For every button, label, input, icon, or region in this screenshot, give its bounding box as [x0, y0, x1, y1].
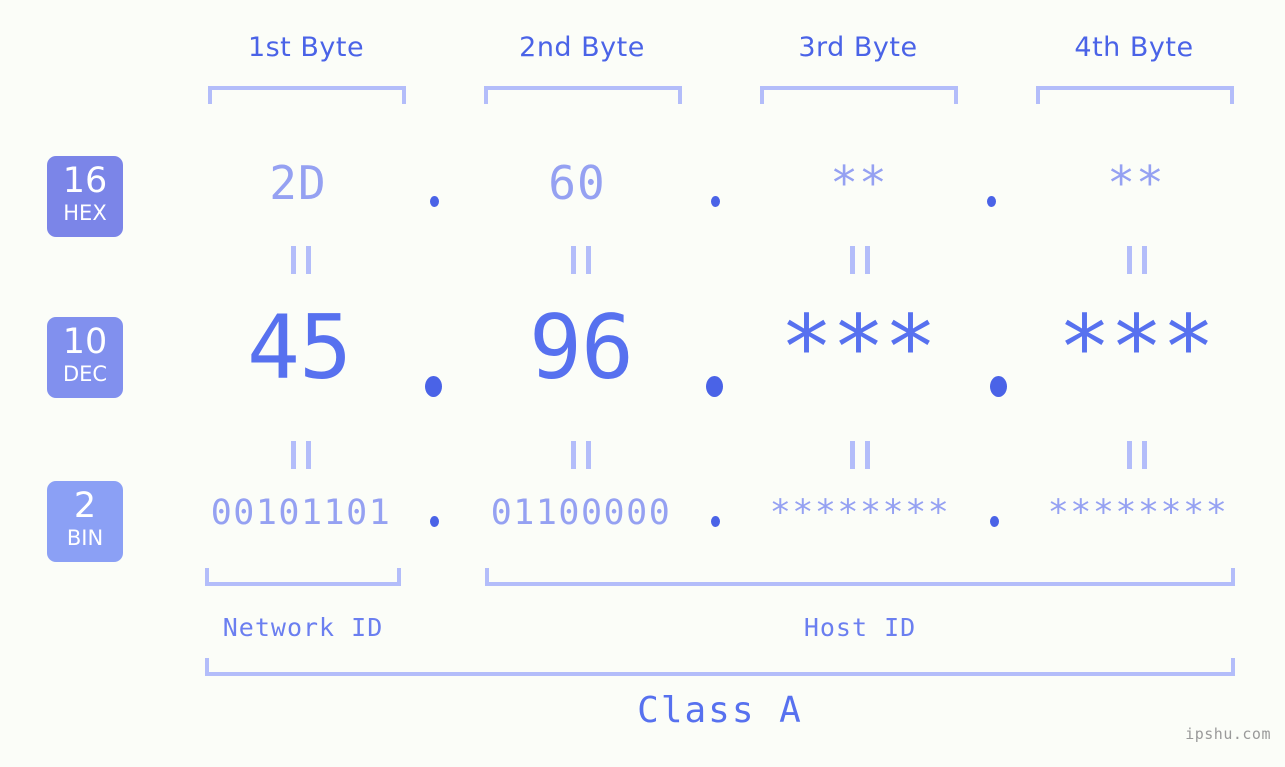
byte-bracket-4: [1036, 86, 1234, 104]
byte-header-3: 3rd Byte: [798, 32, 918, 63]
equals-icon-dec-bin-4: [1127, 441, 1147, 469]
hex-separator-dot-1: [430, 196, 439, 207]
bin-separator-dot-3: [990, 516, 999, 527]
equals-icon-dec-bin-2: [571, 441, 591, 469]
equals-icon-dec-bin-3: [850, 441, 870, 469]
dec-byte-1: 45: [247, 296, 352, 399]
dec-byte-2: 96: [529, 296, 634, 399]
equals-icon-hex-dec-3: [850, 246, 870, 274]
hex-byte-2: 60: [548, 156, 606, 210]
dec-separator-dot-1: [425, 376, 442, 397]
dec-byte-4: ***: [1058, 296, 1215, 399]
host-id-bracket: [485, 568, 1235, 586]
bin-byte-1: 00101101: [210, 493, 392, 533]
class-bracket: [205, 658, 1235, 676]
bin-byte-3: ********: [769, 493, 951, 533]
byte-bracket-3: [760, 86, 958, 104]
base-badge-hex-name: HEX: [63, 201, 107, 225]
bin-separator-dot-1: [430, 516, 439, 527]
ip-byte-breakdown-diagram: 1st Byte 2nd Byte 3rd Byte 4th Byte 16 H…: [0, 0, 1285, 767]
bin-byte-2: 01100000: [490, 493, 672, 533]
dec-byte-3: ***: [780, 296, 937, 399]
bin-separator-dot-2: [711, 516, 720, 527]
byte-bracket-1: [208, 86, 406, 104]
base-badge-bin-name: BIN: [66, 526, 104, 550]
hex-separator-dot-3: [987, 196, 996, 207]
byte-header-2: 2nd Byte: [519, 32, 645, 63]
hex-byte-4: **: [1107, 156, 1165, 210]
bin-byte-4: ********: [1047, 493, 1229, 533]
byte-bracket-2: [484, 86, 682, 104]
equals-icon-hex-dec-4: [1127, 246, 1147, 274]
base-badge-hex-number: 16: [62, 161, 108, 201]
base-badge-hex: 16 HEX: [47, 156, 123, 237]
host-id-label: Host ID: [803, 613, 917, 642]
hex-separator-dot-2: [711, 196, 720, 207]
dec-separator-dot-3: [990, 376, 1007, 397]
site-watermark: ipshu.com: [1185, 725, 1271, 743]
base-badge-bin-number: 2: [73, 486, 97, 526]
class-label: Class A: [637, 690, 803, 731]
network-id-label: Network ID: [222, 613, 384, 642]
base-badge-bin: 2 BIN: [47, 481, 123, 562]
equals-icon-hex-dec-2: [571, 246, 591, 274]
network-id-bracket: [205, 568, 401, 586]
base-badge-dec-name: DEC: [62, 362, 108, 386]
equals-icon-hex-dec-1: [291, 246, 311, 274]
hex-byte-1: 2D: [269, 156, 327, 210]
dec-separator-dot-2: [706, 376, 723, 397]
base-badge-dec: 10 DEC: [47, 317, 123, 398]
base-badge-dec-number: 10: [62, 322, 108, 362]
equals-icon-dec-bin-1: [291, 441, 311, 469]
hex-byte-3: **: [830, 156, 888, 210]
byte-header-4: 4th Byte: [1074, 32, 1194, 63]
byte-header-1: 1st Byte: [247, 32, 365, 63]
